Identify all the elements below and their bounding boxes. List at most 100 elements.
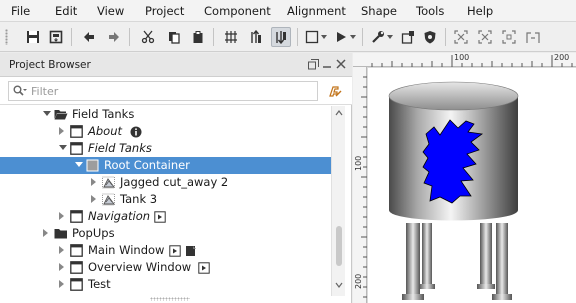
- tree-node-label: PopUps: [72, 226, 115, 240]
- minimize-icon: [323, 66, 331, 68]
- filter-edit-icon: [329, 86, 342, 97]
- toolbar-separator: [71, 28, 72, 46]
- security-button[interactable]: [420, 27, 440, 47]
- dropdown-icon: [387, 35, 393, 39]
- collapse-icon[interactable]: [43, 111, 51, 116]
- menu-edit[interactable]: Edit: [55, 4, 77, 18]
- collapse-button[interactable]: [475, 27, 495, 47]
- toolbar-separator: [297, 28, 298, 46]
- group-button[interactable]: [221, 27, 241, 47]
- forward-button[interactable]: [104, 27, 124, 47]
- tree-row[interactable]: Navigation: [0, 208, 331, 225]
- project-tree: Field Tanks About Field Tanks Root Containe…: [0, 106, 331, 296]
- cut-button[interactable]: [138, 27, 158, 47]
- menu-file[interactable]: File: [11, 4, 30, 18]
- scroll-down-icon[interactable]: [335, 282, 343, 288]
- menu-component[interactable]: Component: [204, 4, 271, 18]
- docked-icon: [198, 262, 210, 274]
- menu-shape[interactable]: Shape: [361, 4, 397, 18]
- expand-icon[interactable]: [59, 263, 64, 271]
- bring-forward-icon: [251, 30, 261, 43]
- project-browser-panel: Project Browser Field TanksAboutField Ta…: [0, 53, 352, 303]
- design-canvas[interactable]: [368, 68, 576, 303]
- toolbar-grip[interactable]: [5, 29, 8, 45]
- expand-icon[interactable]: [59, 246, 64, 254]
- tree-row[interactable]: Root Container: [0, 157, 331, 174]
- panel-resize-grip[interactable]: [150, 297, 190, 301]
- ruler-label: 100: [454, 53, 470, 62]
- startup-icon: [186, 246, 196, 256]
- wrench-dropdown-button[interactable]: [385, 27, 395, 47]
- dropdown-icon: [321, 35, 327, 39]
- expand-icon[interactable]: [91, 195, 96, 203]
- send-backward-button[interactable]: [271, 27, 291, 47]
- menu-tools[interactable]: Tools: [416, 4, 444, 18]
- designer-workspace: 100 200 100 200: [353, 53, 576, 303]
- save-button[interactable]: [23, 27, 43, 47]
- copy-icon: [169, 32, 180, 44]
- tree-row[interactable]: About: [0, 123, 331, 140]
- scroll-up-icon[interactable]: [335, 110, 343, 116]
- tree-row[interactable]: PopUps: [0, 225, 331, 242]
- tank-graphic[interactable]: [368, 68, 576, 303]
- panel-header: Project Browser: [0, 53, 352, 77]
- expand-icon[interactable]: [91, 178, 96, 186]
- scroll-thumb[interactable]: [336, 226, 342, 266]
- expand-icon[interactable]: [59, 280, 64, 288]
- play-dropdown-button[interactable]: [348, 27, 358, 47]
- window-icon: [70, 210, 83, 223]
- tree-row[interactable]: Test: [0, 276, 331, 293]
- tank-leg-foot: [477, 284, 495, 289]
- close-icon: [336, 59, 346, 69]
- forward-icon: [109, 32, 119, 42]
- expand-button[interactable]: [451, 27, 471, 47]
- folder-icon: [54, 110, 68, 120]
- distribute-button[interactable]: [523, 27, 543, 47]
- tree-row[interactable]: Overview Window: [0, 259, 331, 276]
- close-panel-button[interactable]: [334, 57, 348, 71]
- tree-scrollbar[interactable]: [331, 106, 345, 296]
- menu-project[interactable]: Project: [145, 4, 184, 18]
- component-icon: [401, 31, 414, 44]
- copy-button[interactable]: [164, 27, 184, 47]
- menu-help[interactable]: Help: [467, 4, 493, 18]
- search-icon: [13, 85, 27, 96]
- filter-input[interactable]: [8, 81, 318, 101]
- frame-dropdown-button[interactable]: [319, 27, 329, 47]
- panel-title: Project Browser: [9, 59, 91, 71]
- group-icon: [225, 31, 237, 43]
- tank-leg: [422, 223, 432, 285]
- component-button[interactable]: [398, 27, 418, 47]
- tree-row[interactable]: Field Tanks: [0, 140, 331, 157]
- vertical-ruler-ticks: [361, 76, 367, 298]
- filter-row: [0, 77, 352, 105]
- shape-icon: [102, 176, 115, 189]
- collapse-icon[interactable]: [75, 162, 83, 167]
- align-button[interactable]: [499, 27, 519, 47]
- collapse-icon[interactable]: [59, 145, 67, 150]
- filter-options-button[interactable]: [325, 81, 345, 101]
- tree-row[interactable]: Jagged cut_away 2: [0, 174, 331, 191]
- folder-icon: [54, 229, 67, 239]
- window-icon: [70, 261, 83, 274]
- distribute-icon: [526, 32, 540, 43]
- tree-row[interactable]: Field Tanks: [0, 106, 331, 123]
- expand-icon[interactable]: [59, 212, 64, 220]
- wrench-icon: [372, 31, 384, 43]
- container-icon: [86, 159, 99, 172]
- paste-button[interactable]: [188, 27, 208, 47]
- expand-icon: [454, 30, 468, 44]
- tree-row[interactable]: Main Window: [0, 242, 331, 259]
- float-panel-button[interactable]: [306, 57, 320, 71]
- paste-icon: [193, 31, 203, 43]
- back-button[interactable]: [79, 27, 99, 47]
- minimize-panel-button[interactable]: [320, 57, 334, 71]
- expand-icon[interactable]: [43, 229, 48, 237]
- tree-row[interactable]: Tank 3: [0, 191, 331, 208]
- bring-forward-button[interactable]: [246, 27, 266, 47]
- expand-icon[interactable]: [59, 127, 64, 135]
- menu-alignment[interactable]: Alignment: [287, 4, 346, 18]
- menu-view[interactable]: View: [97, 4, 124, 18]
- save-all-button[interactable]: [46, 27, 66, 47]
- menu-bar: File Edit View Project Component Alignme…: [0, 0, 576, 22]
